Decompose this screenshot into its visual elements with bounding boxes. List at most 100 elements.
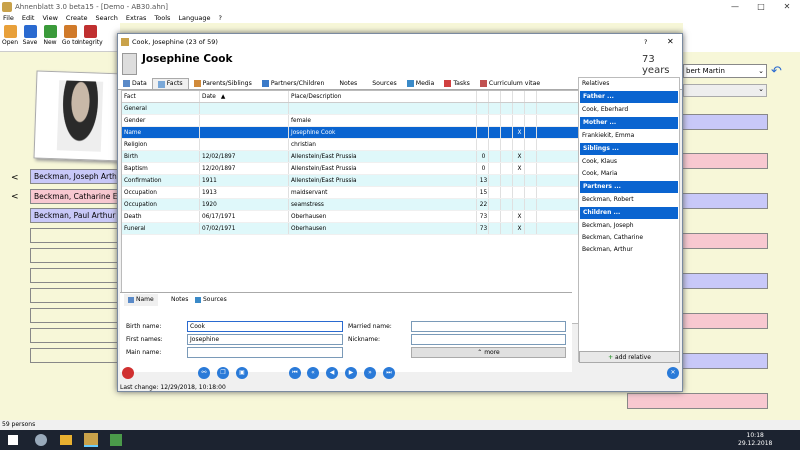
empty-person-box[interactable]	[30, 288, 118, 303]
tab-facts[interactable]: Facts	[151, 78, 189, 89]
menu-view[interactable]: View	[42, 13, 57, 23]
link-icon[interactable]: ⚯	[198, 367, 210, 379]
relatives-group-header[interactable]: Mother ...	[580, 117, 678, 129]
empty-person-box[interactable]	[30, 268, 118, 283]
person-box[interactable]: Beckman, Joseph Arthur	[30, 169, 118, 184]
fact-cell-private	[537, 163, 549, 174]
save-button[interactable]: Save	[20, 23, 40, 51]
relative-item[interactable]: Beckman, Arthur	[579, 244, 679, 256]
fact-cell-source	[513, 103, 525, 114]
bottom-tab-notes[interactable]: Notes	[171, 294, 188, 306]
help-button[interactable]: ?	[644, 34, 647, 50]
app-taskbar-icon[interactable]	[110, 434, 122, 446]
bottom-tab-sources[interactable]: Sources	[195, 294, 227, 306]
delete-person-icon[interactable]	[122, 367, 134, 379]
menu-search[interactable]: Search	[96, 13, 118, 23]
relatives-group-header[interactable]: Siblings ...	[580, 143, 678, 155]
more-button[interactable]: ⌃ more	[411, 347, 566, 358]
ahnenblatt-taskbar-icon[interactable]	[84, 433, 98, 447]
close-app-button[interactable]: ✕	[774, 0, 800, 13]
col-image-icon[interactable]	[489, 91, 501, 102]
goto-button[interactable]: Go to	[60, 23, 80, 51]
col-place[interactable]: Place/Description	[289, 91, 477, 102]
first-record-icon[interactable]: ⏮	[289, 367, 301, 379]
married-name-input[interactable]	[411, 321, 566, 332]
open-button[interactable]: Open	[0, 23, 20, 51]
relative-item[interactable]: Beckman, Catharine	[579, 232, 679, 244]
browser-icon[interactable]	[35, 434, 47, 446]
menu-extras[interactable]: Extras	[126, 13, 147, 23]
prev-record-icon[interactable]: ◀	[326, 367, 338, 379]
col-age-icon[interactable]	[477, 91, 489, 102]
expand-arrow-icon[interactable]: <	[11, 173, 19, 183]
secondary-combo[interactable]: ⌄	[683, 84, 767, 97]
relative-item[interactable]: Frankiekit, Emma	[579, 130, 679, 142]
person-box[interactable]: Beckman, Catharine E	[30, 189, 118, 204]
main-name-input[interactable]	[187, 347, 343, 358]
col-date[interactable]: Date ▲	[200, 91, 289, 102]
empty-person-box[interactable]	[30, 228, 118, 243]
person-box[interactable]	[627, 393, 768, 409]
relative-item[interactable]: Cook, Klaus	[579, 156, 679, 168]
relatives-group-header[interactable]: Father ...	[580, 91, 678, 103]
first-names-input[interactable]: Josephine	[187, 334, 343, 345]
fact-cell-img	[489, 223, 501, 234]
clock[interactable]: 10:18 29.12.2018	[738, 432, 772, 448]
minimize-button[interactable]: —	[722, 0, 748, 13]
fact-cell-lock	[525, 115, 537, 126]
relative-item[interactable]: Cook, Maria	[579, 168, 679, 180]
menu-edit[interactable]: Edit	[22, 13, 35, 23]
tab-media[interactable]: Media	[402, 78, 440, 89]
relative-item[interactable]: Beckman, Robert	[579, 194, 679, 206]
copy-icon[interactable]: ❐	[217, 367, 229, 379]
menu-tools[interactable]: Tools	[154, 13, 170, 23]
nickname-input[interactable]	[411, 334, 566, 345]
empty-person-box[interactable]	[30, 328, 118, 343]
explorer-icon[interactable]	[60, 435, 72, 445]
prev-page-icon[interactable]: «	[307, 367, 319, 379]
tab-partners-children[interactable]: Partners/Children	[257, 78, 330, 89]
menu-create[interactable]: Create	[66, 13, 88, 23]
col-fact[interactable]: Fact	[122, 91, 200, 102]
empty-person-box[interactable]	[30, 348, 118, 363]
partner-combo[interactable]: bert Martin ⌄	[683, 64, 767, 78]
relatives-group-header[interactable]: Children ...	[580, 207, 678, 219]
empty-person-box[interactable]	[30, 308, 118, 323]
close-dialog-icon[interactable]: ✕	[667, 367, 679, 379]
tab-data[interactable]: Data	[118, 78, 152, 89]
add-relative-button[interactable]: + add relative	[579, 351, 680, 363]
next-page-icon[interactable]: »	[364, 367, 376, 379]
empty-person-box[interactable]	[30, 248, 118, 263]
paste-icon[interactable]: ▣	[236, 367, 248, 379]
back-arrow-icon[interactable]: ↶	[771, 64, 782, 79]
menu-language[interactable]: Language	[178, 13, 210, 23]
tab-sources[interactable]: Sources	[362, 78, 401, 89]
tab-tasks[interactable]: Tasks	[439, 78, 475, 89]
tasks-icon	[444, 80, 452, 87]
bottom-tab-name[interactable]: Name	[124, 294, 158, 306]
relative-item[interactable]: Cook, Eberhard	[579, 104, 679, 116]
person-box[interactable]: Beckman, Paul Arthur	[30, 208, 118, 223]
col-private-icon[interactable]	[537, 91, 549, 102]
tab-notes[interactable]: Notes	[329, 78, 362, 89]
last-record-icon[interactable]: ⏭	[383, 367, 395, 379]
relative-item[interactable]: Beckman, Joseph	[579, 220, 679, 232]
col-note-icon[interactable]	[501, 91, 513, 102]
next-record-icon[interactable]: ▶	[345, 367, 357, 379]
birth-name-input[interactable]: Cook	[187, 321, 343, 332]
maximize-button[interactable]: □	[748, 0, 774, 13]
integrity-button[interactable]: Integrity	[77, 23, 103, 51]
menu-file[interactable]: File	[3, 13, 14, 23]
dialog-close-button[interactable]: ✕	[667, 34, 674, 50]
menu-help[interactable]: ?	[219, 13, 222, 23]
windows-start-icon[interactable]	[8, 435, 18, 445]
col-source-icon[interactable]	[513, 91, 525, 102]
tab-curriculum-vitae[interactable]: Curriculum vitae	[475, 78, 545, 89]
fact-cell-date	[200, 127, 289, 138]
expand-arrow-icon[interactable]: <	[11, 192, 19, 202]
fact-cell-source	[513, 115, 525, 126]
new-person-button[interactable]: New	[40, 23, 60, 51]
relatives-group-header[interactable]: Partners ...	[580, 181, 678, 193]
tab-parents-siblings[interactable]: Parents/Siblings	[189, 78, 257, 89]
col-lock-icon[interactable]	[525, 91, 537, 102]
